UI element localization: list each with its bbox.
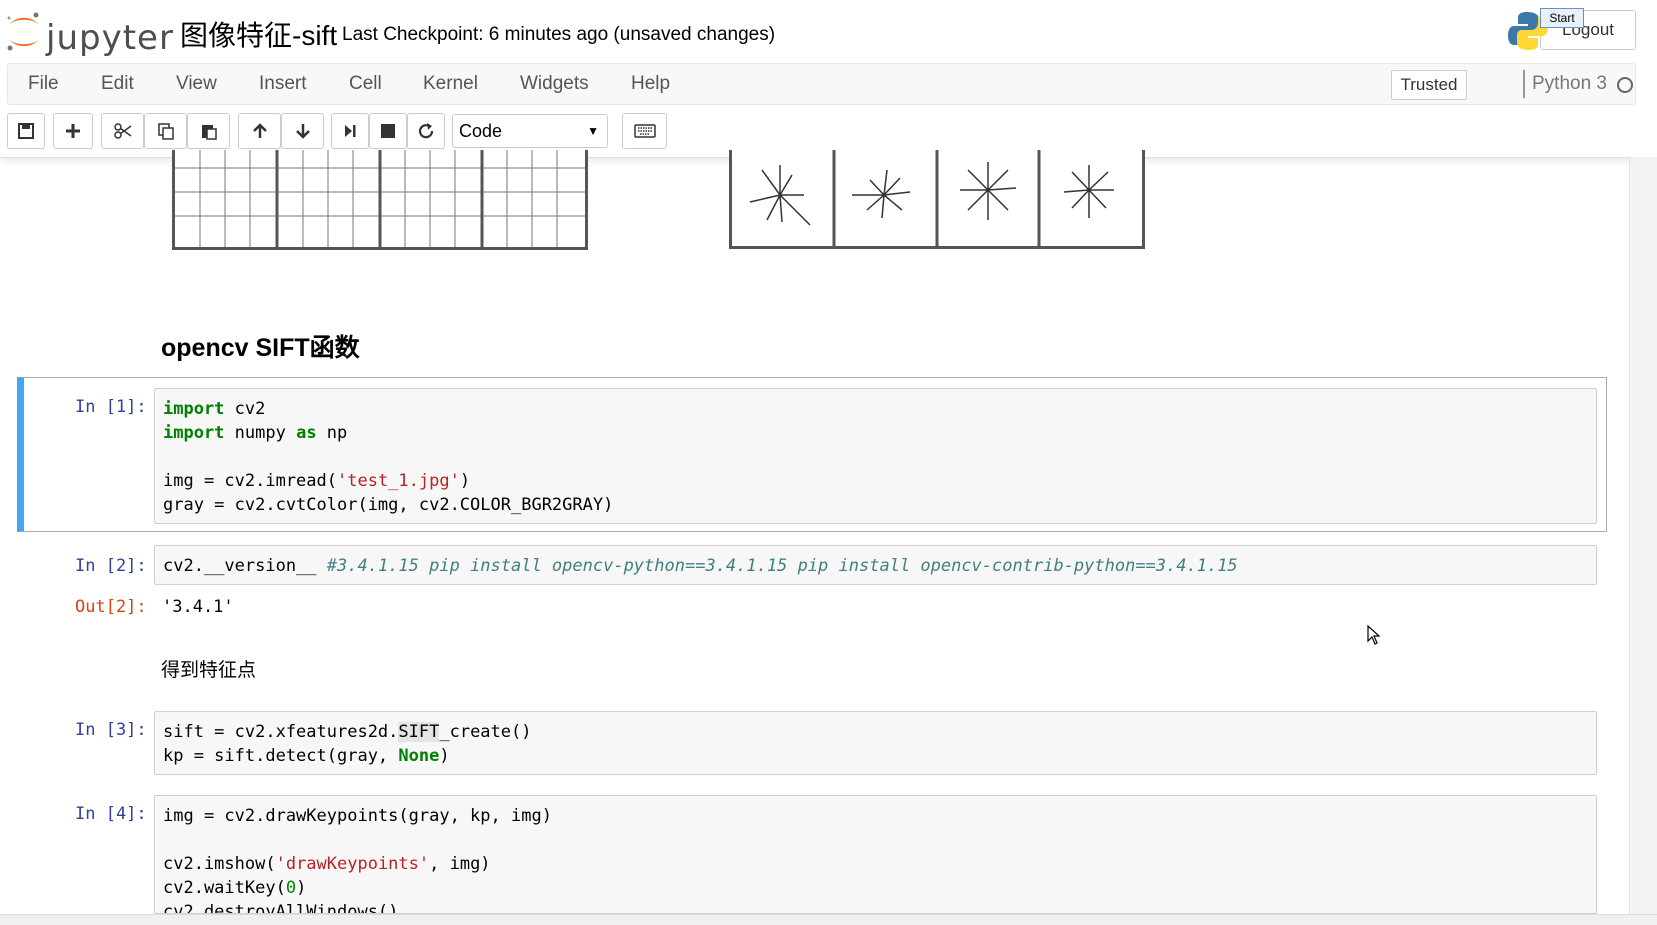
- menu-bar: File Edit View Insert Cell Kernel Widget…: [7, 63, 1636, 105]
- checkpoint-status: Last Checkpoint: 6 minutes ago (unsaved …: [342, 24, 776, 45]
- paste-icon: [201, 125, 217, 140]
- stop-icon: [381, 124, 395, 138]
- cell-prompt: In [1]:: [75, 397, 147, 417]
- move-up-button[interactable]: [238, 113, 281, 149]
- save-button[interactable]: [7, 113, 45, 149]
- menu-help[interactable]: Help: [631, 73, 670, 95]
- vertical-scrollbar[interactable]: [1629, 157, 1657, 915]
- code-line: cv2.destroyAllWindows(): [163, 902, 399, 914]
- code-input[interactable]: cv2.__version__ #3.4.1.15 pip install op…: [154, 545, 1597, 585]
- dropdown-arrow-icon: ▼: [587, 124, 599, 138]
- code-line: cv2.imshow('drawKeypoints', img): [163, 854, 491, 874]
- paste-button[interactable]: [187, 113, 230, 149]
- move-down-button[interactable]: [281, 113, 324, 149]
- cut-icon: [113, 123, 131, 139]
- logo-text: jupyter: [46, 18, 174, 58]
- grid-figure: [172, 150, 588, 250]
- code-line: cv2.waitKey(0): [163, 878, 307, 898]
- kernel-idle-icon: [1617, 77, 1633, 93]
- code-line: kp = sift.detect(gray, None): [163, 746, 450, 766]
- kernel-name[interactable]: Python 3: [1532, 73, 1607, 95]
- jupyter-logo[interactable]: jupyter: [4, 10, 173, 58]
- code-line: img = cv2.imread('test_1.jpg'): [163, 471, 471, 491]
- taskbar-strip: [0, 914, 1657, 925]
- arrow-down-icon: [295, 124, 310, 139]
- mouse-cursor-icon: [1367, 625, 1381, 645]
- run-button[interactable]: [331, 113, 369, 149]
- header: jupyter 图像特征-sift Last Checkpoint: 6 min…: [0, 0, 1657, 62]
- copy-button[interactable]: [144, 113, 187, 149]
- trusted-indicator[interactable]: Trusted: [1391, 70, 1467, 100]
- code-line: img = cv2.drawKeypoints(gray, kp, img): [163, 806, 552, 826]
- kernel-divider: [1523, 70, 1525, 98]
- keyboard-icon: [633, 124, 656, 138]
- code-input[interactable]: sift = cv2.xfeatures2d.SIFT_create()kp =…: [154, 711, 1597, 775]
- markdown-text: 得到特征点: [161, 660, 257, 681]
- cell-prompt: In [3]:: [75, 720, 147, 740]
- command-palette-button[interactable]: [622, 113, 667, 149]
- cell-type-value: Code: [459, 120, 503, 141]
- grid-figure-image: [175, 150, 585, 247]
- start-label: Start: [1549, 11, 1575, 25]
- orientation-figure-image: [749, 150, 1114, 246]
- save-icon: [18, 123, 34, 139]
- run-icon: [345, 125, 356, 137]
- jupyter-logo-icon: [7, 12, 39, 51]
- arrow-up-icon: [252, 123, 267, 138]
- cell-output: '3.4.1': [162, 597, 234, 617]
- notebook-title[interactable]: 图像特征-sift: [180, 14, 337, 54]
- restart-icon: [418, 123, 434, 139]
- menu-edit[interactable]: Edit: [101, 73, 134, 95]
- trusted-label: Trusted: [1400, 75, 1458, 94]
- menu-insert[interactable]: Insert: [259, 73, 307, 95]
- orientation-histogram-figure: [729, 150, 1145, 249]
- code-line: gray = cv2.cvtColor(img, cv2.COLOR_BGR2G…: [163, 495, 614, 515]
- code-line: import numpy as np: [163, 423, 348, 443]
- cell-type-select[interactable]: Code ▼: [452, 114, 608, 148]
- start-button[interactable]: Start: [1540, 8, 1584, 28]
- insert-cell-button[interactable]: [53, 113, 93, 149]
- code-input[interactable]: img = cv2.drawKeypoints(gray, kp, img) c…: [154, 795, 1597, 914]
- menu-file[interactable]: File: [28, 73, 59, 95]
- output-prompt: Out[2]:: [75, 597, 147, 617]
- menu-kernel[interactable]: Kernel: [423, 73, 478, 95]
- code-line: import cv2: [163, 399, 266, 419]
- code-input[interactable]: import cv2 import numpy as np img = cv2.i…: [154, 388, 1597, 524]
- copy-icon: [157, 123, 174, 140]
- interrupt-button[interactable]: [369, 113, 407, 149]
- restart-button[interactable]: [407, 113, 445, 149]
- menu-widgets[interactable]: Widgets: [520, 73, 589, 95]
- code-line: cv2.__version__ #3.4.1.15 pip install op…: [163, 556, 1238, 576]
- cell-prompt: In [4]:: [75, 804, 147, 824]
- markdown-heading: opencv SIFT函数: [161, 334, 360, 362]
- cut-button[interactable]: [101, 113, 144, 149]
- menu-view[interactable]: View: [176, 73, 217, 95]
- code-line: sift = cv2.xfeatures2d.SIFT_create(): [163, 722, 532, 742]
- plus-icon: [66, 124, 80, 138]
- cell-prompt: In [2]:: [75, 556, 147, 576]
- menu-cell[interactable]: Cell: [349, 73, 382, 95]
